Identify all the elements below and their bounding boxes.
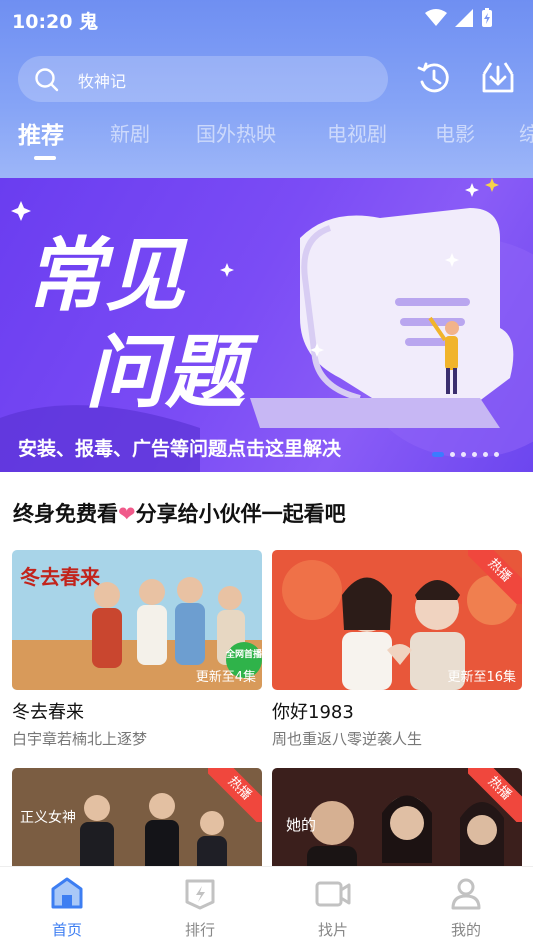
nav-label: 首页: [51, 921, 82, 939]
status-bar: 10:20 鬼: [0, 0, 533, 38]
tab-new-series[interactable]: 新剧: [110, 118, 150, 147]
tab-variety[interactable]: 综: [519, 118, 533, 147]
show-subtitle: 白宇章若楠北上逐梦: [12, 730, 148, 748]
tab-recommend[interactable]: 推荐: [18, 118, 64, 150]
poster-title-art: 冬去春来: [20, 565, 101, 589]
heart-icon: ❤: [118, 502, 136, 526]
wifi-icon: [425, 9, 447, 26]
video-icon: [315, 881, 351, 907]
tab-tv-series[interactable]: 电视剧: [327, 118, 387, 147]
tab-movies[interactable]: 电影: [435, 118, 475, 147]
nav-label: 找片: [317, 921, 348, 939]
hot-ribbon: 热播: [468, 768, 522, 822]
history-icon[interactable]: [416, 60, 452, 96]
show-card[interactable]: 热播 更新至16集 你好1983 周也重返八零逆袭人生: [272, 550, 522, 749]
profile-icon: [451, 878, 481, 910]
battery-icon: [482, 8, 492, 27]
home-icon: [51, 877, 83, 909]
poster-title-art: 正义女神: [20, 809, 76, 826]
download-icon[interactable]: [480, 60, 516, 96]
search-placeholder: 牧神记: [78, 72, 127, 91]
show-title: 冬去春来: [12, 702, 84, 723]
tab-indicator: [34, 156, 56, 160]
banner-caption: 安装、报毒、广告等问题点击这里解决: [18, 438, 342, 460]
carousel-dot: [472, 452, 477, 457]
banner-carousel[interactable]: 常见 问题 安装、报毒、广告等问题点击这里解决: [0, 178, 533, 472]
premiere-tag: 全网首播: [225, 648, 262, 660]
episode-badge: 更新至16集: [447, 670, 516, 685]
show-subtitle: 周也重返八零逆袭人生: [272, 730, 423, 748]
header: 10:20 鬼 牧神记 推荐 新剧 国外热映 电视剧 电影 综: [0, 0, 533, 178]
tab-foreign-hits[interactable]: 国外热映: [196, 118, 276, 147]
banner-illustration: 常见 问题: [0, 178, 533, 472]
bottom-nav: 首页 排行 找片 我的: [0, 866, 533, 947]
carousel-dots: [432, 452, 499, 457]
show-title: 你好1983: [272, 702, 354, 723]
carousel-dot: [483, 452, 488, 457]
carousel-dot: [450, 452, 455, 457]
nav-label: 排行: [184, 921, 215, 939]
banner-headline-line2: 问题: [85, 326, 259, 419]
carousel-dot: [461, 452, 466, 457]
carousel-dot-active: [432, 452, 444, 457]
share-promo-title: 终身免费看❤分享给小伙伴一起看吧: [13, 502, 346, 526]
show-poster: 热播 更新至16集: [272, 550, 522, 690]
status-time: 10:20 鬼: [12, 11, 99, 33]
category-tabs: 推荐 新剧 国外热映 电视剧 电影 综: [0, 118, 533, 168]
nav-find-shows[interactable]: 找片: [293, 875, 373, 940]
carousel-dot: [494, 452, 499, 457]
status-icons: [425, 8, 493, 28]
nav-profile[interactable]: 我的: [426, 875, 506, 940]
hot-ribbon: 热播: [468, 550, 522, 604]
show-card[interactable]: 冬去春来 全网首播 更新至4集 冬去春来 白宇章若楠北上逐梦: [12, 550, 262, 749]
poster-title-art: 她的: [286, 816, 316, 834]
show-poster: 冬去春来 全网首播 更新至4集: [12, 550, 262, 690]
hot-ribbon: 热播: [208, 768, 262, 822]
signal-icon: [455, 9, 473, 27]
banner-headline-line1: 常见: [25, 229, 188, 322]
search-bar[interactable]: 牧神记: [18, 56, 388, 102]
nav-ranking[interactable]: 排行: [160, 875, 240, 940]
nav-home[interactable]: 首页: [27, 875, 107, 940]
search-icon: [35, 68, 59, 92]
ranking-icon: [185, 879, 215, 910]
episode-badge: 更新至4集: [195, 670, 256, 685]
nav-label: 我的: [450, 921, 481, 939]
